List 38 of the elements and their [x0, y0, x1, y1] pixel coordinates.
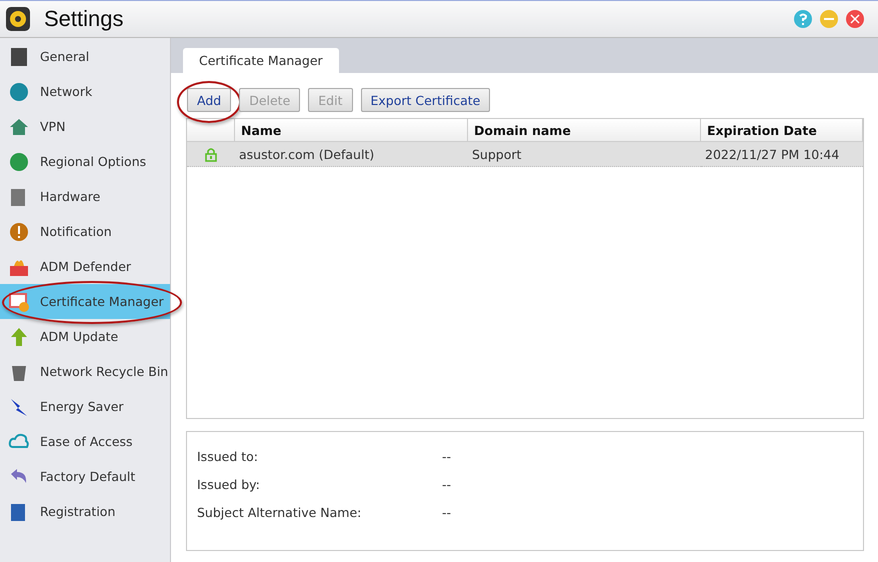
sidebar-item[interactable]: Energy Saver	[0, 389, 170, 424]
warning-icon	[8, 220, 30, 242]
table-cell: Support	[468, 142, 701, 167]
table-cell: 2022/11/27 PM 10:44	[701, 142, 863, 167]
window-title: Settings	[44, 6, 124, 32]
field-value: --	[442, 476, 452, 492]
close-icon[interactable]	[846, 10, 864, 28]
sidebar-item[interactable]: Notification	[0, 214, 170, 249]
column-header[interactable]: Name	[235, 119, 468, 142]
sidebar-item[interactable]: Network	[0, 74, 170, 109]
help-icon[interactable]	[794, 10, 812, 28]
toolbar-button[interactable]: Add	[187, 88, 232, 112]
sidebar-item[interactable]: Regional Options	[0, 144, 170, 179]
sidebar-item[interactable]: Ease of Access	[0, 424, 170, 459]
field-label: Issued by:	[197, 476, 261, 492]
field-value: --	[442, 504, 452, 520]
sidebar-item[interactable]: Registration	[0, 494, 170, 529]
certificate-icon	[8, 290, 30, 312]
table-cell: asustor.com (Default)	[235, 142, 468, 167]
sidebar-item[interactable]: Hardware	[0, 179, 170, 214]
column-header[interactable]: Domain name	[468, 119, 701, 142]
padlock-icon	[204, 146, 218, 162]
minimize-icon[interactable]	[820, 10, 838, 28]
app-logo-icon	[6, 7, 30, 31]
upload-arrow-icon	[8, 326, 30, 348]
toolbar-button[interactable]: Export Certificate	[360, 88, 490, 112]
sidebar-item[interactable]: Factory Default	[0, 459, 170, 494]
sidebar-item[interactable]: VPN	[0, 109, 170, 144]
sidebar-item[interactable]: General	[0, 39, 170, 74]
sidebar-item[interactable]: Certificate Manager	[0, 284, 170, 319]
sidebar-item[interactable]: ADM Defender	[0, 249, 170, 284]
sidebar-item[interactable]: ADM Update	[0, 319, 170, 354]
field-value: --	[442, 448, 452, 464]
field-label: Issued to:	[197, 448, 259, 464]
column-header[interactable]: Expiration Date	[701, 119, 863, 142]
sidebar-item[interactable]: Network Recycle Bin	[0, 354, 170, 389]
tab[interactable]: Certificate Manager	[183, 48, 339, 73]
field-label: Subject Alternative Name:	[197, 504, 362, 520]
